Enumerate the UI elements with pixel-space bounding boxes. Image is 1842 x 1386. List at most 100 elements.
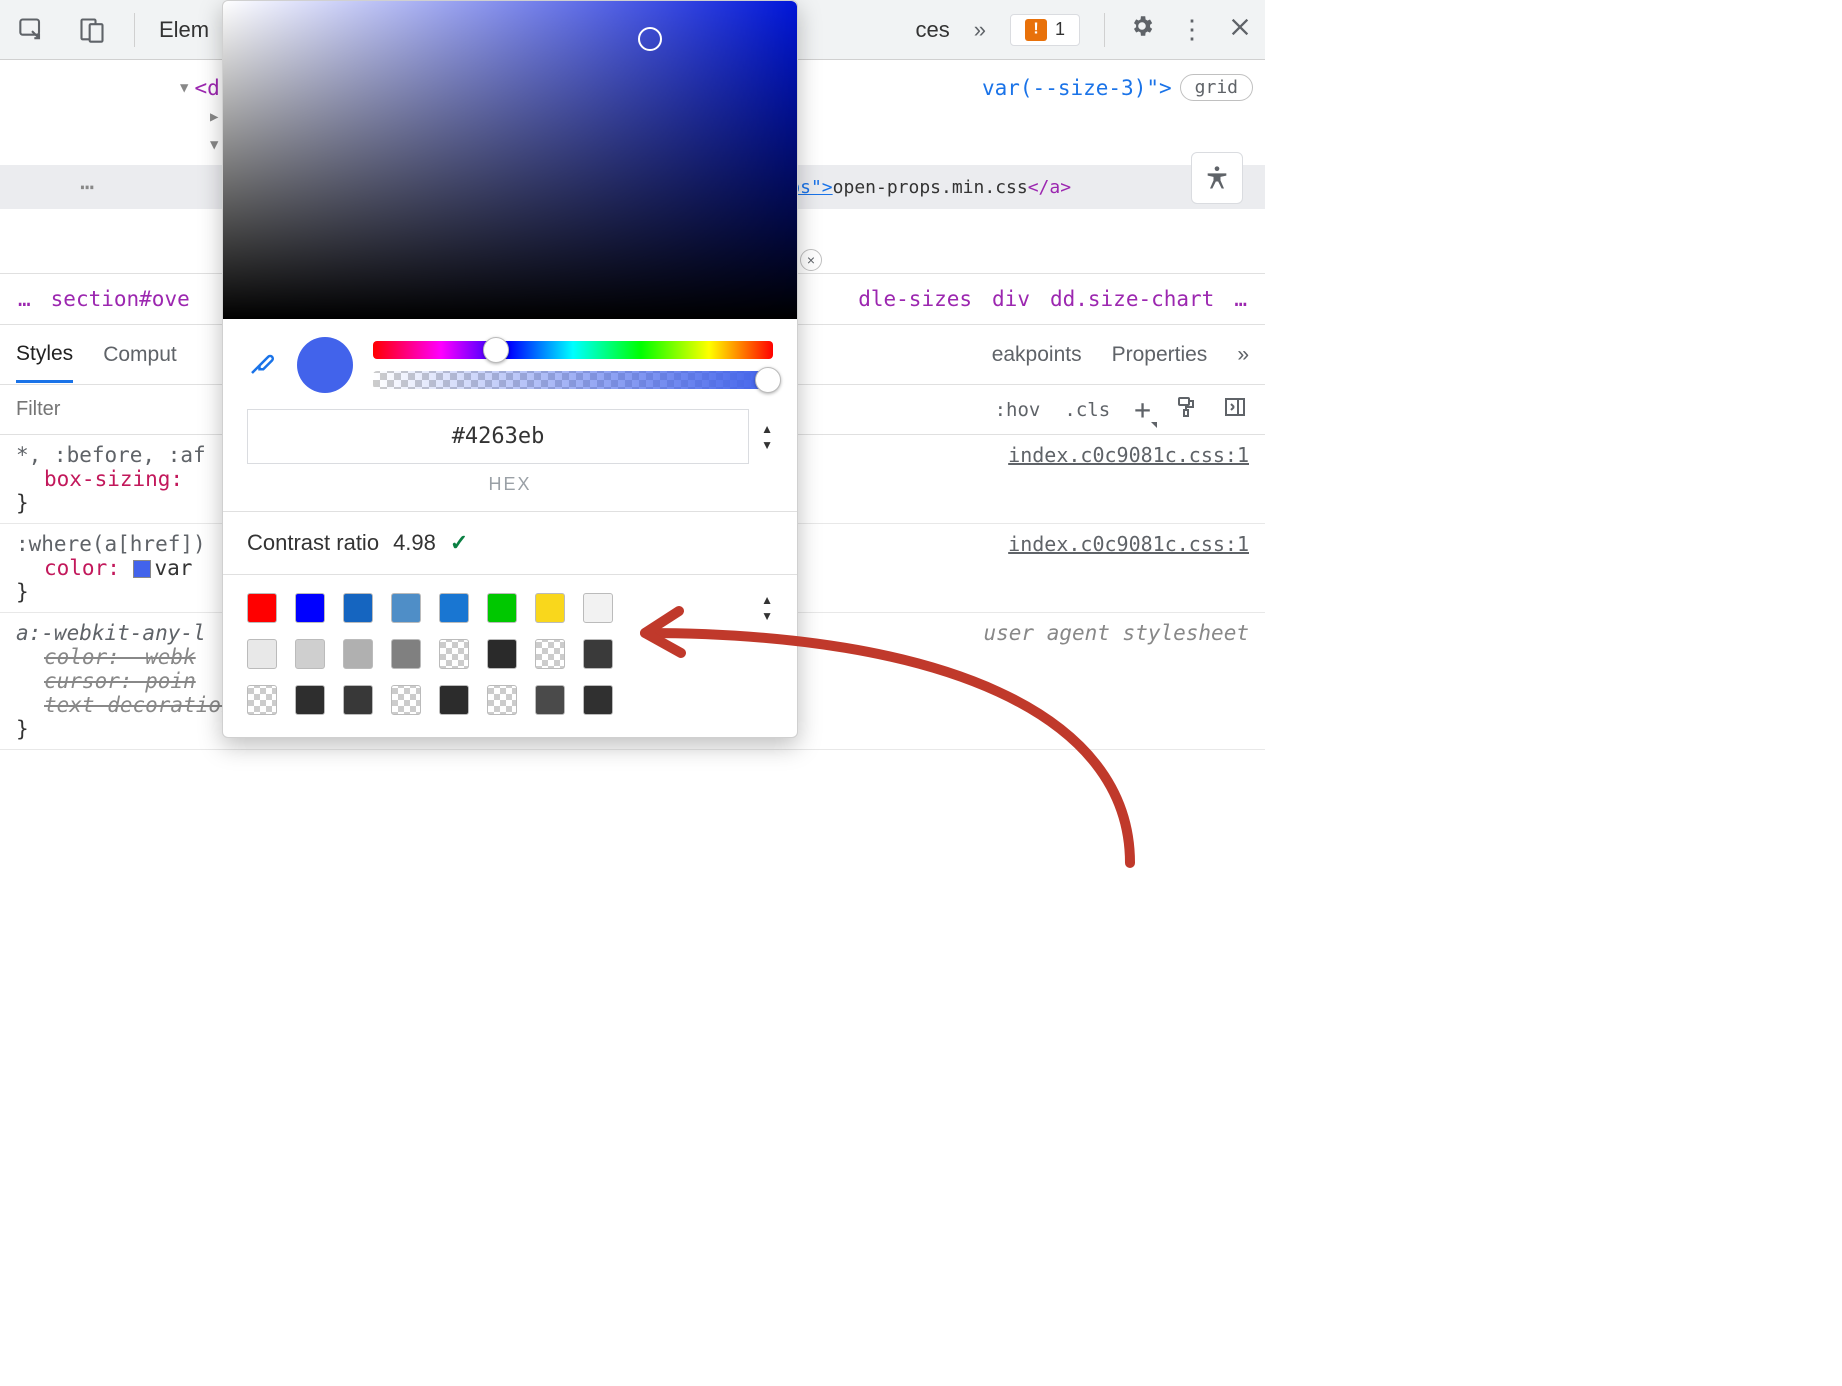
saturation-value-field[interactable]: [223, 1, 797, 319]
format-cycle-icon[interactable]: ▲▼: [761, 422, 773, 452]
brace: }: [16, 717, 29, 741]
ua-label: user agent stylesheet: [983, 621, 1249, 645]
palette-swatch[interactable]: [343, 593, 373, 623]
delete-pill-icon[interactable]: ×: [800, 249, 822, 271]
new-style-rule-icon[interactable]: +: [1134, 393, 1151, 426]
settings-gear-icon[interactable]: [1129, 13, 1155, 46]
more-subtabs-chevron-icon[interactable]: »: [1237, 343, 1249, 367]
palette-swatch[interactable]: [295, 639, 325, 669]
tab-properties[interactable]: Properties: [1112, 343, 1208, 367]
warning-icon: [1025, 19, 1047, 41]
tab-breakpoints[interactable]: eakpoints: [992, 343, 1082, 367]
close-devtools-icon[interactable]: [1229, 14, 1251, 45]
style-actions: :hov .cls +: [995, 393, 1265, 426]
caret-right-icon[interactable]: ▶: [210, 109, 218, 125]
selector: :where(a[href]): [16, 532, 206, 556]
more-tabs-chevron-icon[interactable]: »: [974, 17, 986, 43]
palette-swatch[interactable]: [295, 593, 325, 623]
alpha-thumb[interactable]: [755, 367, 781, 393]
computed-panel-icon[interactable]: [1223, 395, 1247, 424]
inspect-element-icon[interactable]: [14, 12, 50, 48]
source-link[interactable]: index.c0c9081c.css:1: [1008, 443, 1249, 467]
palette-cycle-icon[interactable]: ▲▼: [761, 593, 773, 623]
tab-sources-partial[interactable]: ces: [915, 17, 949, 43]
css-property-overridden: text-decoration: [16, 693, 234, 717]
palette-swatch[interactable]: [295, 685, 325, 715]
source-link[interactable]: index.c0c9081c.css:1: [1008, 532, 1249, 556]
swatch-row: ▲▼: [247, 593, 773, 623]
cls-toggle[interactable]: .cls: [1064, 399, 1110, 421]
palette-swatch[interactable]: [583, 639, 613, 669]
brace: }: [16, 491, 29, 515]
device-toolbar-icon[interactable]: [74, 12, 110, 48]
tab-computed[interactable]: Comput: [103, 343, 177, 367]
palette-swatch[interactable]: [487, 593, 517, 623]
palette-swatch[interactable]: [583, 685, 613, 715]
breadcrumb-item[interactable]: dd.size-chart: [1050, 287, 1214, 311]
css-value[interactable]: var: [155, 556, 193, 580]
breadcrumb-ellipsis-right[interactable]: …: [1234, 287, 1247, 311]
issues-badge[interactable]: 1: [1010, 14, 1080, 46]
hex-input[interactable]: [247, 409, 749, 464]
brace: }: [16, 580, 29, 604]
alpha-slider[interactable]: [373, 371, 773, 389]
palette-swatch[interactable]: [583, 593, 613, 623]
palette-swatch[interactable]: [439, 639, 469, 669]
css-property[interactable]: box-sizing:: [16, 467, 183, 491]
css-property-overridden: cursor: poin: [16, 669, 196, 693]
eyedropper-icon[interactable]: [247, 348, 277, 383]
swatch-row: [247, 685, 773, 715]
palette-swatch[interactable]: [535, 593, 565, 623]
swatch-row: [247, 639, 773, 669]
palette-swatch[interactable]: [391, 593, 421, 623]
selector: *, :before, :af: [16, 443, 206, 467]
dom-tag: <d: [194, 76, 219, 100]
sv-cursor[interactable]: [638, 27, 662, 51]
contrast-ratio-row[interactable]: Contrast ratio 4.98 ✓: [223, 511, 797, 575]
paint-icon[interactable]: [1175, 395, 1199, 424]
color-swatch[interactable]: [133, 560, 151, 578]
caret-down-icon[interactable]: ▼: [180, 80, 188, 96]
palette-swatch[interactable]: [343, 639, 373, 669]
hex-label: HEX: [223, 474, 797, 495]
palette-swatch[interactable]: [439, 685, 469, 715]
palette-swatch[interactable]: [247, 639, 277, 669]
caret-down-icon[interactable]: ▼: [210, 137, 218, 153]
dom-text: open-props.min.css: [833, 177, 1028, 198]
css-property-overridden: color: -webk: [16, 645, 196, 669]
breadcrumb-item[interactable]: div: [992, 287, 1030, 311]
breadcrumb-item[interactable]: dle-sizes: [858, 287, 972, 311]
accessibility-icon[interactable]: [1191, 152, 1243, 204]
tab-elements[interactable]: Elem: [159, 17, 209, 43]
palette-swatch[interactable]: [391, 685, 421, 715]
palette-swatch[interactable]: [487, 639, 517, 669]
palette-swatch[interactable]: [391, 639, 421, 669]
color-picker-popover: ▲▼ HEX Contrast ratio 4.98 ✓ ▲▼: [222, 0, 798, 738]
dom-attr: var(--size-3)">: [982, 76, 1172, 100]
issues-count: 1: [1055, 19, 1065, 40]
ellipsis-icon[interactable]: ⋯: [80, 173, 94, 201]
palette-swatch[interactable]: [535, 685, 565, 715]
dom-closing-tag: </a>: [1028, 177, 1071, 198]
contrast-value: 4.98: [393, 530, 436, 556]
check-icon: ✓: [450, 530, 468, 556]
tab-styles[interactable]: Styles: [16, 342, 73, 383]
hue-slider[interactable]: [373, 341, 773, 359]
hov-toggle[interactable]: :hov: [995, 399, 1041, 421]
palette-swatch[interactable]: [247, 593, 277, 623]
kebab-menu-icon[interactable]: ⋮: [1179, 14, 1205, 45]
contrast-label: Contrast ratio: [247, 530, 379, 556]
breadcrumb-ellipsis-left[interactable]: …: [18, 287, 31, 311]
hue-thumb[interactable]: [483, 337, 509, 363]
grid-badge[interactable]: grid: [1180, 74, 1253, 101]
palette-swatches: ▲▼: [223, 575, 797, 737]
palette-swatch[interactable]: [535, 639, 565, 669]
breadcrumb-item[interactable]: section#ove: [51, 287, 190, 311]
palette-swatch[interactable]: [439, 593, 469, 623]
current-color-circle: [297, 337, 353, 393]
selector: a:-webkit-any-l: [16, 621, 206, 645]
palette-swatch[interactable]: [247, 685, 277, 715]
palette-swatch[interactable]: [343, 685, 373, 715]
palette-swatch[interactable]: [487, 685, 517, 715]
css-property[interactable]: color:: [16, 556, 120, 580]
